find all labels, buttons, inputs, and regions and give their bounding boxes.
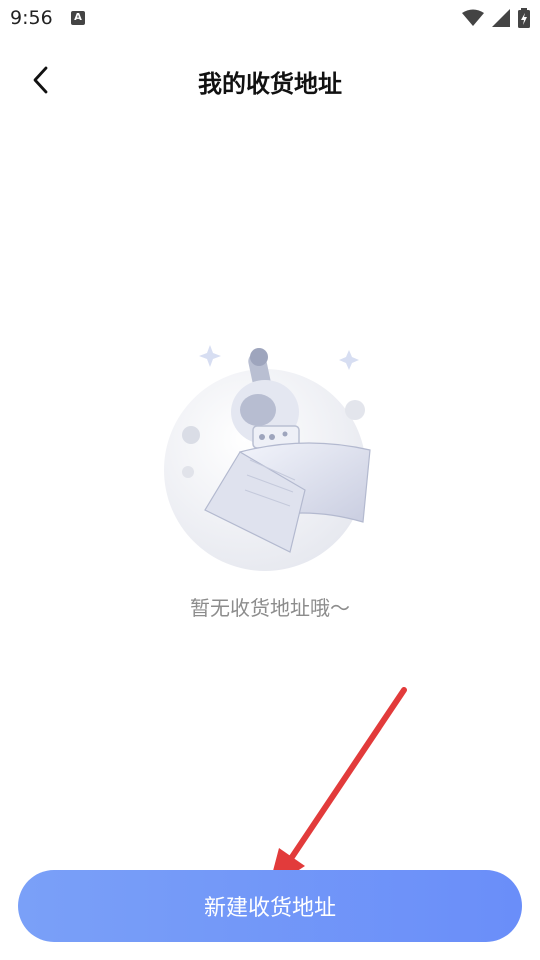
header: 我的收货地址 bbox=[0, 46, 540, 114]
battery-icon bbox=[518, 8, 530, 28]
astronaut-moon-empty-illustration bbox=[155, 330, 385, 580]
page-title: 我的收货地址 bbox=[198, 70, 342, 98]
wifi-icon bbox=[462, 9, 484, 26]
empty-message: 暂无收货地址哦～ bbox=[190, 596, 350, 620]
signal-icon bbox=[492, 9, 510, 27]
status-time: 9:56 bbox=[10, 7, 53, 29]
new-address-button-label: 新建收货地址 bbox=[203, 895, 336, 920]
a-icon: A bbox=[71, 11, 85, 25]
status-icons bbox=[462, 8, 530, 28]
new-address-button[interactable]: 新建收货地址 bbox=[18, 870, 522, 942]
status-bar: 9:56 A bbox=[0, 0, 540, 36]
